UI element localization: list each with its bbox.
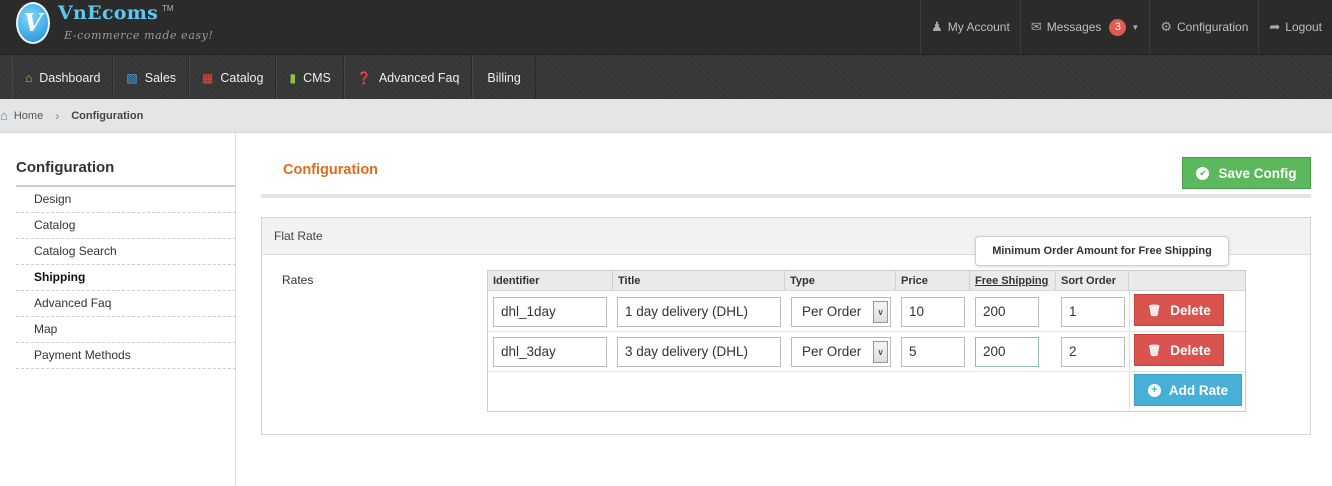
sidebar-item-payment-methods[interactable]: Payment Methods	[16, 343, 236, 369]
menu-item-label: Catalog	[220, 70, 264, 85]
menu-item-cms[interactable]: ▮ CMS	[276, 55, 344, 100]
free-shipping-input[interactable]: 200	[975, 297, 1039, 327]
header-identifier: Identifier	[488, 271, 613, 291]
row-divider	[488, 371, 1245, 372]
header-free-shipping-label: Free Shipping	[975, 275, 1049, 287]
sidebar: Configuration Design Catalog Catalog Sea…	[16, 133, 236, 486]
delete-button[interactable]: 🗑 Delete	[1134, 294, 1224, 326]
row-divider	[488, 331, 1245, 332]
bar-chart-icon: ▧	[126, 70, 138, 85]
title-input[interactable]: 1 day delivery (DHL)	[617, 297, 781, 327]
menu-item-label: Dashboard	[39, 70, 101, 85]
sidebar-item-design[interactable]: Design	[16, 187, 236, 213]
free-shipping-input[interactable]: 200	[975, 337, 1039, 367]
header-type: Type	[785, 271, 896, 291]
user-icon: ♟	[931, 19, 943, 34]
type-select[interactable]: Per Order ∨	[791, 337, 891, 367]
identifier-input[interactable]: dhl_1day	[493, 297, 607, 327]
main-menu: ⌂ Dashboard ▧ Sales ▦ Catalog ▮ CMS ❓ Ad…	[0, 54, 1332, 100]
my-account-label: My Account	[947, 20, 1010, 34]
book-icon: ▮	[289, 70, 297, 85]
menu-item-billing[interactable]: Billing	[472, 55, 536, 100]
menu-item-advanced-faq[interactable]: ❓ Advanced Faq	[343, 55, 473, 100]
type-select[interactable]: Per Order ∨	[791, 297, 891, 327]
chevron-down-icon: ∨	[873, 341, 888, 363]
home-icon: ⌂	[0, 108, 8, 123]
type-select-value: Per Order	[802, 304, 862, 319]
breadcrumb-home[interactable]: Home	[14, 110, 43, 122]
header-free-shipping[interactable]: Free Shipping	[970, 271, 1056, 291]
sort-order-input[interactable]: 1	[1061, 297, 1125, 327]
delete-button[interactable]: 🗑 Delete	[1134, 334, 1224, 366]
configuration-link[interactable]: ⚙ Configuration	[1149, 0, 1258, 54]
share-arrow-icon: ➦	[1269, 19, 1281, 34]
menu-item-label: Billing	[487, 70, 521, 85]
caret-down-icon: ▼	[1131, 22, 1140, 32]
logo-tagline: E-commerce made easy!	[64, 29, 214, 42]
configuration-label: Configuration	[1177, 20, 1249, 34]
free-shipping-tooltip: Minimum Order Amount for Free Shipping	[975, 236, 1229, 266]
sidebar-item-catalog[interactable]: Catalog	[16, 213, 236, 239]
home-icon: ⌂	[25, 70, 33, 85]
sidebar-item-shipping[interactable]: Shipping	[16, 265, 236, 291]
logout-label: Logout	[1285, 20, 1322, 34]
identifier-input[interactable]: dhl_3day	[493, 337, 607, 367]
logo[interactable]: V VnEcoms TM E-commerce made easy!	[16, 2, 236, 50]
add-rate-label: Add Rate	[1168, 382, 1229, 398]
breadcrumb: ⌂ Home › Configuration	[0, 99, 1332, 133]
chevron-right-icon: ›	[55, 108, 60, 123]
logout-link[interactable]: ➦ Logout	[1258, 0, 1332, 54]
gift-icon: ▦	[202, 70, 214, 85]
check-circle-icon: ✔	[1196, 166, 1210, 180]
my-account-link[interactable]: ♟ My Account	[920, 0, 1020, 54]
delete-label: Delete	[1170, 302, 1211, 318]
sidebar-item-map[interactable]: Map	[16, 317, 236, 343]
sort-order-input[interactable]: 2	[1061, 337, 1125, 367]
sidebar-item-catalog-search[interactable]: Catalog Search	[16, 239, 236, 265]
header-title: Title	[613, 271, 785, 291]
header-sort-order: Sort Order	[1056, 271, 1129, 291]
trash-icon: 🗑	[1147, 304, 1162, 317]
type-select-value: Per Order	[802, 344, 862, 359]
menu-item-label: Advanced Faq	[378, 70, 460, 85]
price-input[interactable]: 10	[901, 297, 965, 327]
menu-item-sales[interactable]: ▧ Sales	[113, 55, 190, 100]
chevron-down-icon: ∨	[873, 301, 888, 323]
grid-header: Identifier Title Type Price Free Shippin…	[488, 271, 1245, 291]
breadcrumb-current: Configuration	[71, 109, 144, 122]
sidebar-list: Design Catalog Catalog Search Shipping A…	[16, 185, 236, 369]
trash-icon: 🗑	[1147, 344, 1162, 357]
gear-icon: ⚙	[1160, 19, 1172, 34]
sidebar-title: Configuration	[16, 159, 115, 176]
messages-label: Messages	[1046, 20, 1102, 34]
title-divider	[261, 194, 1311, 198]
header-price: Price	[896, 271, 970, 291]
top-header: V VnEcoms TM E-commerce made easy! ♟ My …	[0, 0, 1332, 54]
add-rate-button[interactable]: + Add Rate	[1134, 374, 1242, 406]
title-input[interactable]: 3 day delivery (DHL)	[617, 337, 781, 367]
question-icon: ❓	[356, 70, 372, 85]
menu-item-dashboard[interactable]: ⌂ Dashboard	[12, 55, 114, 100]
menu-item-label: Sales	[144, 70, 177, 85]
envelope-icon: ✉	[1030, 19, 1042, 34]
delete-label: Delete	[1170, 342, 1211, 358]
page-title: Configuration	[283, 162, 379, 178]
logo-name: VnEcoms	[58, 2, 159, 24]
plus-circle-icon: +	[1147, 383, 1161, 397]
menu-item-catalog[interactable]: ▦ Catalog	[189, 55, 277, 100]
sidebar-item-advanced-faq[interactable]: Advanced Faq	[16, 291, 236, 317]
logo-icon: V	[16, 2, 50, 44]
menu-item-label: CMS	[303, 70, 331, 85]
rates-label: Rates	[282, 273, 314, 287]
price-input[interactable]: 5	[901, 337, 965, 367]
logo-trademark: TM	[162, 4, 174, 13]
save-config-button[interactable]: ✔ Save Config	[1182, 157, 1311, 189]
save-config-label: Save Config	[1218, 165, 1297, 181]
messages-link[interactable]: ✉ Messages 3 ▼	[1019, 0, 1150, 54]
top-nav: ♟ My Account ✉ Messages 3 ▼ ⚙ Configurat…	[920, 0, 1332, 54]
messages-count-badge: 3	[1109, 18, 1127, 36]
